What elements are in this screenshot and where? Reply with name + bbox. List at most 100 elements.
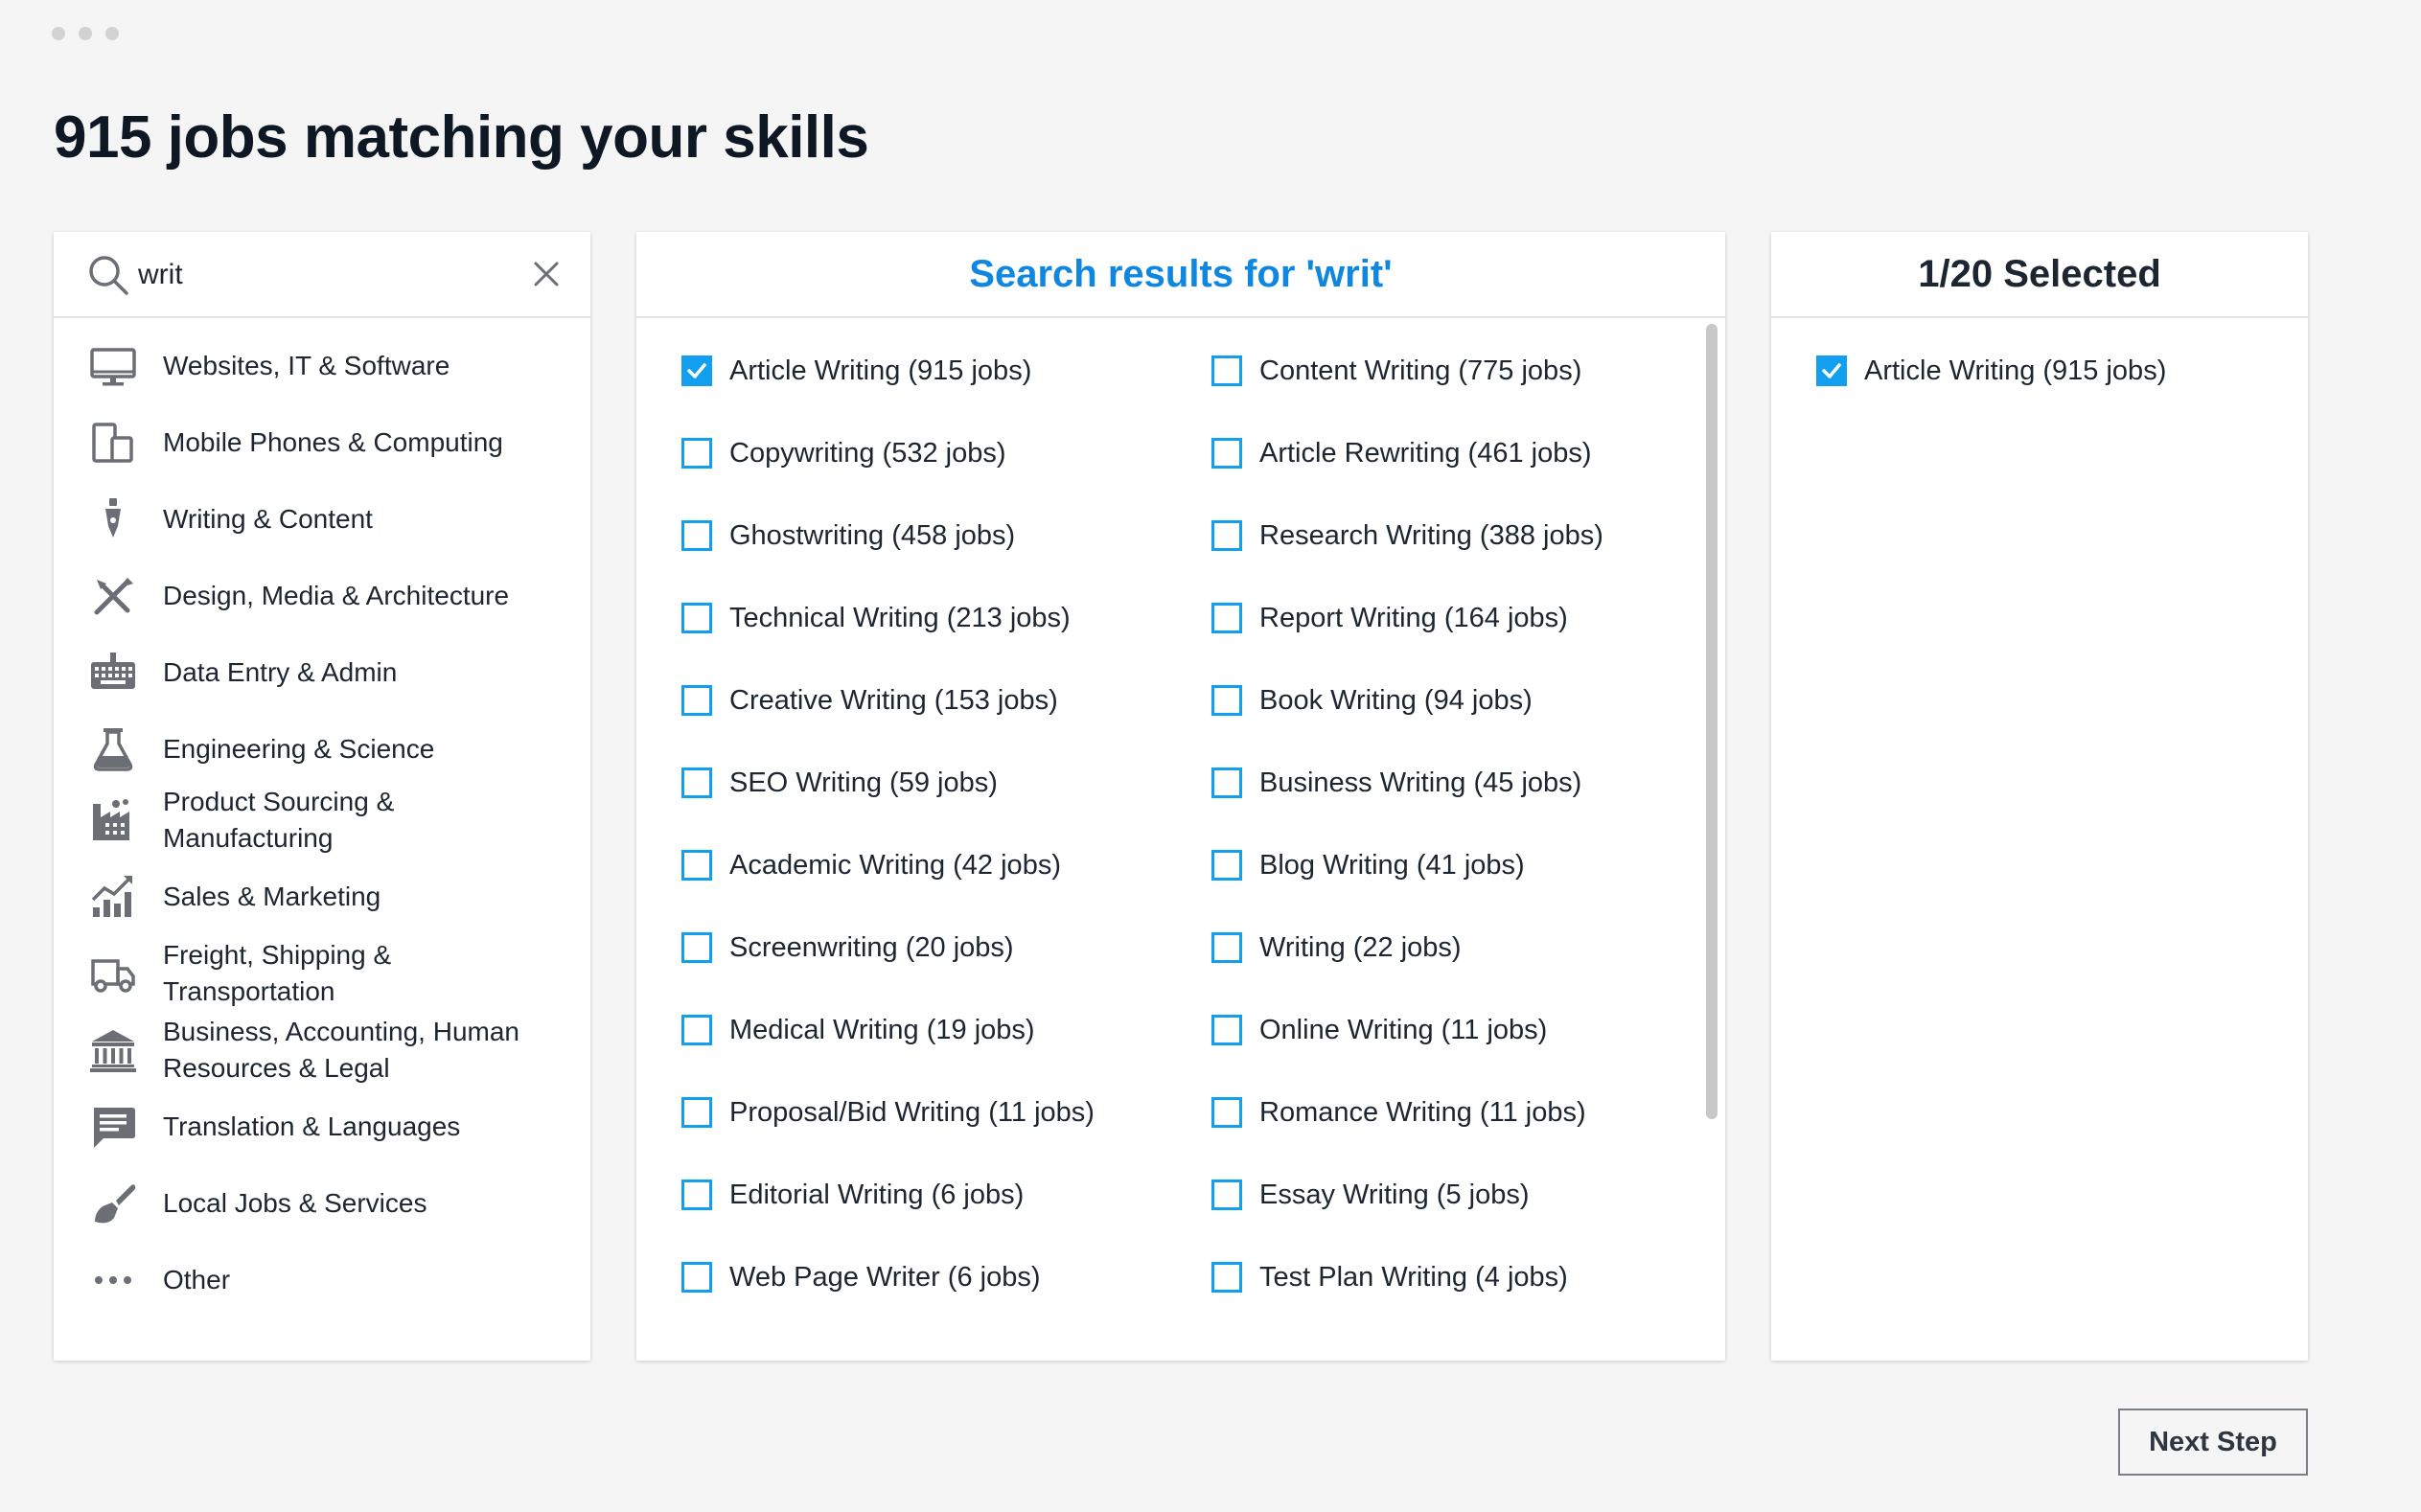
checkbox[interactable] xyxy=(681,603,712,633)
skill-option[interactable]: Editorial Writing (6 jobs) xyxy=(681,1171,1024,1219)
category-panel: Websites, IT & Software Mobile Phones & C… xyxy=(54,232,590,1361)
factory-icon xyxy=(88,795,138,845)
page-title: 915 jobs matching your skills xyxy=(54,104,869,171)
bank-icon xyxy=(88,1025,138,1075)
checkbox[interactable] xyxy=(681,932,712,963)
skill-option[interactable]: Report Writing (164 jobs) xyxy=(1211,594,1568,642)
next-step-button[interactable]: Next Step xyxy=(2118,1409,2308,1476)
selected-header: 1/20 Selected xyxy=(1771,232,2308,318)
checkbox[interactable] xyxy=(1211,1015,1242,1045)
results-panel: Search results for 'writ' Article Writin… xyxy=(636,232,1725,1361)
checkbox[interactable] xyxy=(1211,1180,1242,1210)
checkbox[interactable] xyxy=(1211,1097,1242,1128)
category-item[interactable]: Freight, Shipping & Transportation xyxy=(54,937,590,1010)
skill-label: Creative Writing (153 jobs) xyxy=(729,684,1058,716)
checkbox[interactable] xyxy=(681,1097,712,1128)
checkbox[interactable] xyxy=(681,850,712,881)
category-label: Translation & Languages xyxy=(163,1111,461,1141)
skill-option[interactable]: Creative Writing (153 jobs) xyxy=(681,676,1058,724)
checkbox[interactable] xyxy=(1211,767,1242,798)
skill-label: Copywriting (532 jobs) xyxy=(729,437,1006,469)
skill-option[interactable]: Article Writing (915 jobs) xyxy=(1816,347,2166,395)
skill-label: Business Writing (45 jobs) xyxy=(1259,767,1582,798)
checkbox[interactable] xyxy=(1211,603,1242,633)
skill-label: Report Writing (164 jobs) xyxy=(1259,602,1568,633)
checkbox[interactable] xyxy=(681,1180,712,1210)
checkbox[interactable] xyxy=(681,520,712,551)
monitor-icon xyxy=(88,341,138,391)
results-header: Search results for 'writ' xyxy=(636,232,1725,318)
checkbox[interactable] xyxy=(681,438,712,469)
skill-option[interactable]: Academic Writing (42 jobs) xyxy=(681,841,1061,889)
category-item[interactable]: Other xyxy=(54,1244,590,1317)
skill-label: Medical Writing (19 jobs) xyxy=(729,1014,1035,1045)
skill-option[interactable]: Book Writing (94 jobs) xyxy=(1211,676,1533,724)
skill-option[interactable]: Technical Writing (213 jobs) xyxy=(681,594,1071,642)
skill-label: Essay Writing (5 jobs) xyxy=(1259,1179,1530,1210)
category-label: Other xyxy=(163,1265,231,1294)
close-icon[interactable] xyxy=(531,259,562,289)
checkbox[interactable] xyxy=(1211,520,1242,551)
checkbox[interactable] xyxy=(681,685,712,716)
category-label: Writing & Content xyxy=(163,504,373,534)
category-item[interactable]: Engineering & Science xyxy=(54,713,590,786)
skill-option[interactable]: SEO Writing (59 jobs) xyxy=(681,759,998,807)
skill-option[interactable]: Writing (22 jobs) xyxy=(1211,924,1462,972)
skill-label: Ghostwriting (458 jobs) xyxy=(729,519,1016,551)
skill-option[interactable]: Essay Writing (5 jobs) xyxy=(1211,1171,1530,1219)
checkbox-checked[interactable] xyxy=(681,355,712,386)
truck-icon xyxy=(88,949,138,998)
checkbox[interactable] xyxy=(1211,1262,1242,1293)
skill-option[interactable]: Screenwriting (20 jobs) xyxy=(681,924,1014,972)
skill-option[interactable]: Medical Writing (19 jobs) xyxy=(681,1006,1035,1054)
checkbox[interactable] xyxy=(681,767,712,798)
checkbox[interactable] xyxy=(1211,850,1242,881)
checkbox[interactable] xyxy=(681,1262,712,1293)
checkbox-checked[interactable] xyxy=(1816,355,1847,386)
skill-label: Proposal/Bid Writing (11 jobs) xyxy=(729,1096,1095,1128)
category-item[interactable]: Websites, IT & Software xyxy=(54,330,590,402)
selected-panel: 1/20 Selected Article Writing (915 jobs) xyxy=(1771,232,2308,1361)
category-item[interactable]: Translation & Languages xyxy=(54,1090,590,1163)
category-item[interactable]: Design, Media & Architecture xyxy=(54,560,590,632)
skill-option[interactable]: Test Plan Writing (4 jobs) xyxy=(1211,1253,1568,1301)
skill-option[interactable]: Blog Writing (41 jobs) xyxy=(1211,841,1525,889)
checkbox[interactable] xyxy=(681,1015,712,1045)
skill-label: Technical Writing (213 jobs) xyxy=(729,602,1071,633)
checkbox[interactable] xyxy=(1211,355,1242,386)
window-dot xyxy=(52,27,65,40)
skill-option[interactable]: Content Writing (775 jobs) xyxy=(1211,347,1581,395)
category-item[interactable]: Writing & Content xyxy=(54,483,590,556)
category-item[interactable]: Mobile Phones & Computing xyxy=(54,406,590,479)
skill-option[interactable]: Copywriting (532 jobs) xyxy=(681,429,1006,477)
category-label: Sales & Marketing xyxy=(163,882,381,911)
selected-list: Article Writing (915 jobs) xyxy=(1771,318,2308,1359)
skill-label: Content Writing (775 jobs) xyxy=(1259,355,1582,386)
category-item[interactable]: Data Entry & Admin xyxy=(54,636,590,709)
category-label: Mobile Phones & Computing xyxy=(163,427,503,457)
results-scrollbar[interactable] xyxy=(1706,324,1718,1119)
skill-option[interactable]: Online Writing (11 jobs) xyxy=(1211,1006,1547,1054)
checkbox[interactable] xyxy=(1211,438,1242,469)
skill-label: Romance Writing (11 jobs) xyxy=(1259,1096,1586,1128)
skill-option[interactable]: Article Writing (915 jobs) xyxy=(681,347,1031,395)
category-item[interactable]: Sales & Marketing xyxy=(54,860,590,933)
checkbox[interactable] xyxy=(1211,932,1242,963)
category-label: Product Sourcing & Manufacturing xyxy=(163,787,395,853)
keyboard-icon xyxy=(88,648,138,698)
skill-option[interactable]: Ghostwriting (458 jobs) xyxy=(681,512,1015,560)
skill-option[interactable]: Research Writing (388 jobs) xyxy=(1211,512,1603,560)
skill-option[interactable]: Article Rewriting (461 jobs) xyxy=(1211,429,1592,477)
search-input[interactable] xyxy=(138,249,521,301)
skill-option[interactable]: Business Writing (45 jobs) xyxy=(1211,759,1581,807)
category-label: Engineering & Science xyxy=(163,734,435,764)
skill-option[interactable]: Proposal/Bid Writing (11 jobs) xyxy=(681,1088,1095,1136)
skill-option[interactable]: Romance Writing (11 jobs) xyxy=(1211,1088,1586,1136)
flask-icon xyxy=(88,724,138,774)
category-item[interactable]: Product Sourcing & Manufacturing xyxy=(54,784,590,857)
skill-option[interactable]: Web Page Writer (6 jobs) xyxy=(681,1253,1041,1301)
category-item[interactable]: Business, Accounting, Human Resources & … xyxy=(54,1014,590,1087)
window-dot xyxy=(105,27,119,40)
checkbox[interactable] xyxy=(1211,685,1242,716)
category-item[interactable]: Local Jobs & Services xyxy=(54,1167,590,1240)
